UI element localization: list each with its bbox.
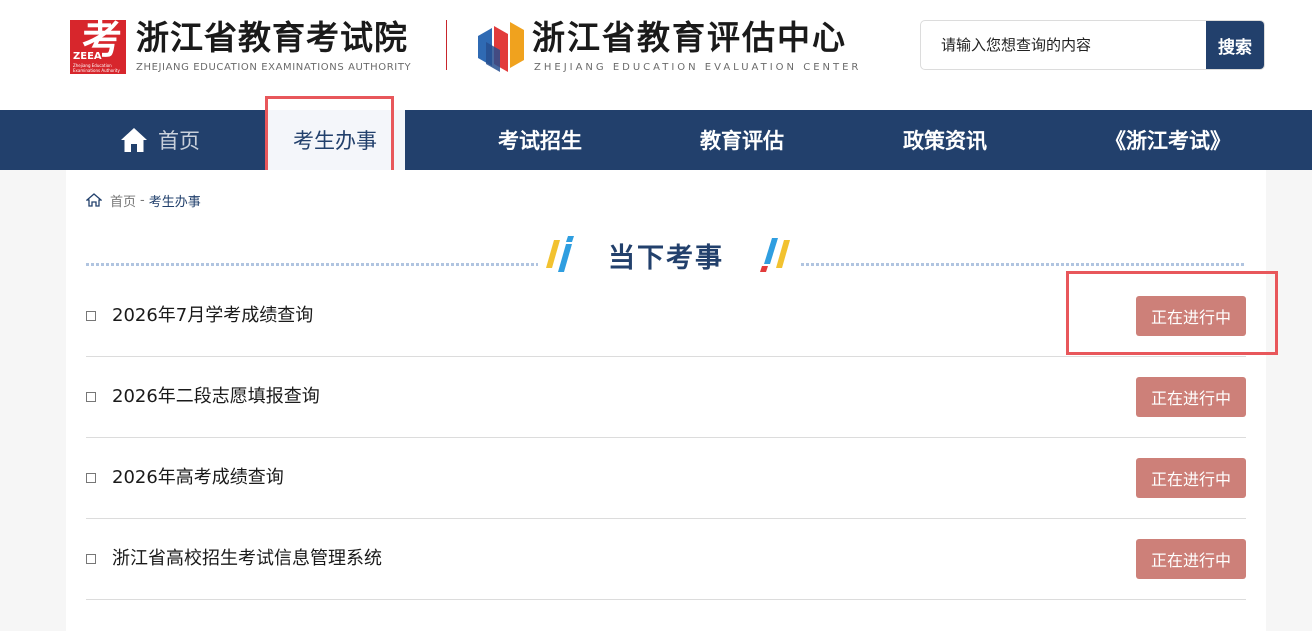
list-bullet — [86, 392, 96, 402]
nav-item-exam-admission[interactable]: 考试招生 — [440, 110, 640, 170]
zeea-logo-mark: 考 ZEEA Zhejiang Education Examinations A… — [70, 20, 126, 74]
nav-item-policy-news[interactable]: 政策资讯 — [845, 110, 1045, 170]
list-item-title[interactable]: 浙江省高校招生考试信息管理系统 — [112, 519, 382, 599]
header-divider — [446, 20, 447, 70]
section-header: 当下考事 — [538, 234, 800, 274]
search-button[interactable]: 搜索 — [1206, 21, 1264, 69]
breadcrumb-home-link[interactable]: 首页 — [110, 191, 136, 210]
status-badge[interactable]: 正在进行中 — [1136, 458, 1246, 498]
section-title: 当下考事 — [608, 243, 724, 274]
list-item[interactable]: 2026年7月学考成绩查询 正在进行中 — [86, 276, 1246, 357]
main-nav: 首页 考生办事 考试招生 教育评估 政策资讯 《浙江考试》 — [0, 110, 1312, 170]
exam-authority-title: 浙江省教育考试院 — [136, 18, 408, 57]
evaluation-center-subtitle: ZHEJIANG EDUCATION EVALUATION CENTER — [534, 62, 862, 73]
list-item-title[interactable]: 2026年高考成绩查询 — [112, 438, 284, 518]
breadcrumb: 首页 - 考生办事 — [86, 190, 201, 210]
list-item[interactable]: 2026年二段志愿填报查询 正在进行中 — [86, 357, 1246, 438]
exam-authority-subtitle: ZHEJIANG EDUCATION EXAMINATIONS AUTHORIT… — [136, 62, 412, 73]
breadcrumb-current: 考生办事 — [148, 194, 201, 210]
nav-item-education-evaluation[interactable]: 教育评估 — [642, 110, 842, 170]
list-item-title[interactable]: 2026年二段志愿填报查询 — [112, 357, 320, 437]
status-badge[interactable]: 正在进行中 — [1136, 377, 1246, 417]
list-bullet — [86, 554, 96, 564]
nav-item-zhejiang-exam-magazine[interactable]: 《浙江考试》 — [1068, 110, 1268, 170]
home-icon — [121, 128, 147, 152]
section-title-right-decoration — [760, 238, 790, 272]
search-bar: 搜索 — [920, 20, 1265, 70]
nav-home-label: 首页 — [158, 129, 200, 153]
list-bullet — [86, 311, 96, 321]
nav-item-candidate-services[interactable]: 考生办事 — [265, 110, 405, 170]
breadcrumb-separator: - — [140, 192, 145, 208]
status-badge[interactable]: 正在进行中 — [1136, 296, 1246, 336]
logo-mark-text: ZEEA — [73, 51, 102, 63]
search-input[interactable] — [921, 21, 1208, 69]
evaluation-center-logo-mark — [478, 22, 524, 72]
section-title-left-decoration — [546, 236, 574, 272]
logo-mark-tiny: Zhejiang Education Examinations Authorit… — [73, 63, 120, 73]
nav-item-home[interactable]: 首页 — [60, 110, 260, 170]
evaluation-center-logo[interactable]: 浙江省教育评估中心 ZHEJIANG EDUCATION EVALUATION … — [478, 18, 858, 78]
list-item[interactable]: 浙江省高校招生考试信息管理系统 正在进行中 — [86, 519, 1246, 600]
exam-authority-logo[interactable]: 考 ZEEA Zhejiang Education Examinations A… — [70, 18, 415, 78]
breadcrumb-home-icon — [86, 193, 102, 207]
list-bullet — [86, 473, 96, 483]
site-header: 考 ZEEA Zhejiang Education Examinations A… — [0, 0, 1312, 110]
list-item[interactable]: 2026年高考成绩查询 正在进行中 — [86, 438, 1246, 519]
evaluation-center-title: 浙江省教育评估中心 — [532, 18, 847, 57]
list-item-title[interactable]: 2026年7月学考成绩查询 — [112, 276, 313, 356]
status-badge[interactable]: 正在进行中 — [1136, 539, 1246, 579]
